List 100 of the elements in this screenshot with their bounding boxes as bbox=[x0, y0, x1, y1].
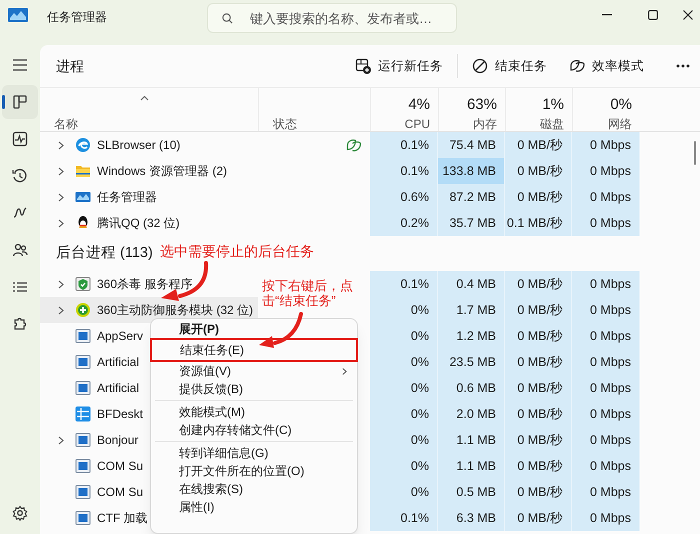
column-header[interactable]: CPU bbox=[404, 115, 430, 133]
table-cell: 0.6 MB bbox=[438, 375, 505, 401]
table-cell: 0 Mbps bbox=[572, 505, 640, 531]
menu-item[interactable]: 打开文件所在的位置(O) bbox=[151, 462, 357, 480]
table-cell: 0 MB/秒 bbox=[505, 427, 572, 453]
column-header[interactable]: 磁盘 bbox=[540, 115, 564, 133]
sidebar-item[interactable] bbox=[2, 85, 38, 119]
table-cell: 0 MB/秒 bbox=[505, 158, 572, 184]
end-task-icon bbox=[472, 58, 488, 74]
table-cell: 0 Mbps bbox=[572, 184, 640, 210]
close-icon bbox=[683, 10, 693, 20]
table-cell: 0 MB/秒 bbox=[505, 132, 572, 158]
app-icon bbox=[75, 484, 91, 500]
table-cell: 2.0 MB bbox=[438, 401, 505, 427]
table-cell: 0.5 MB bbox=[438, 479, 505, 505]
chevron-icon[interactable] bbox=[58, 306, 64, 314]
column-header[interactable]: 网络 bbox=[608, 115, 632, 133]
table-cell: 0% bbox=[370, 453, 438, 479]
toolbar-button[interactable]: 运行新任务 bbox=[347, 51, 451, 81]
process-row[interactable]: 360主动防御服务模块 (32 位) bbox=[40, 297, 258, 323]
table-cell: 0 Mbps bbox=[572, 323, 640, 349]
table-cell: 0 MB/秒 bbox=[505, 271, 572, 297]
table-cell: 0% bbox=[370, 297, 438, 323]
column-header[interactable]: 内存 bbox=[473, 115, 497, 133]
table-cell: 1.7 MB bbox=[438, 297, 505, 323]
table-cell: 0 MB/秒 bbox=[505, 323, 572, 349]
column-header[interactable]: 状态 bbox=[273, 115, 370, 133]
menu-item[interactable]: 创建内存转储文件(C) bbox=[151, 421, 357, 439]
toolbar-button[interactable]: 结束任务 bbox=[464, 51, 555, 81]
menu-item[interactable]: 资源值(V) bbox=[151, 362, 357, 380]
table-cell: 0 Mbps bbox=[572, 375, 640, 401]
process-row[interactable]: 360杀毒 服务程序 bbox=[40, 271, 258, 297]
scrollbar-thumb[interactable] bbox=[694, 141, 696, 165]
app-icon bbox=[75, 189, 91, 205]
maximize-icon bbox=[648, 10, 658, 20]
table-cell: 0.1% bbox=[370, 158, 438, 184]
usage-percent: 1% bbox=[542, 96, 564, 114]
users-icon bbox=[11, 241, 29, 259]
chevron-icon[interactable] bbox=[58, 218, 64, 228]
table-cell: 0 Mbps bbox=[572, 132, 640, 158]
process-row[interactable]: 腾讯QQ (32 位) bbox=[40, 210, 258, 236]
search-field[interactable]: 键入要搜索的名称、发布者或… bbox=[207, 3, 457, 33]
menu-item[interactable]: 展开(P) bbox=[151, 320, 357, 338]
table-cell: 133.8 MB bbox=[438, 158, 505, 184]
table-cell: 0.6% bbox=[370, 184, 438, 210]
search-icon bbox=[222, 13, 233, 24]
app-icon bbox=[75, 458, 91, 474]
app-icon bbox=[75, 432, 91, 448]
process-row[interactable]: SLBrowser (10) bbox=[40, 132, 258, 158]
menu-item[interactable]: 效能模式(M) bbox=[151, 403, 357, 421]
table-cell: 87.2 MB bbox=[438, 184, 505, 210]
table-cell: 0% bbox=[370, 349, 438, 375]
table-cell: 0.2% bbox=[370, 210, 438, 236]
run-task-icon bbox=[355, 58, 371, 74]
table-cell: 0% bbox=[370, 427, 438, 453]
more-icon bbox=[676, 64, 690, 68]
table-cell: 0 Mbps bbox=[572, 427, 640, 453]
menu-item[interactable]: 属性(I) bbox=[151, 498, 357, 516]
chevron-icon[interactable] bbox=[58, 140, 64, 150]
chevron-icon[interactable] bbox=[58, 166, 64, 176]
app-icon bbox=[75, 510, 91, 526]
table-cell: 0 MB/秒 bbox=[505, 453, 572, 479]
page-title: 进程 bbox=[56, 56, 84, 76]
app-icon bbox=[75, 302, 91, 318]
menu-item[interactable]: 在线搜索(S) bbox=[151, 480, 357, 498]
table-cell: 0% bbox=[370, 479, 438, 505]
app-icon bbox=[8, 8, 28, 22]
table-cell: 1.1 MB bbox=[438, 453, 505, 479]
table-cell: 0 Mbps bbox=[572, 210, 640, 236]
performance-icon bbox=[11, 130, 29, 148]
table-cell: 0.1% bbox=[370, 505, 438, 531]
table-cell: 6.3 MB bbox=[438, 505, 505, 531]
history-icon bbox=[11, 167, 29, 185]
app-icon bbox=[75, 354, 91, 370]
table-cell: 0 MB/秒 bbox=[505, 184, 572, 210]
table-cell: 0 MB/秒 bbox=[505, 505, 572, 531]
table-cell: 0.1 MB/秒 bbox=[505, 210, 572, 236]
window-title: 任务管理器 bbox=[47, 9, 107, 26]
toolbar-button[interactable]: 效率模式 bbox=[561, 51, 652, 81]
chevron-icon[interactable] bbox=[58, 280, 64, 288]
table-cell: 0 MB/秒 bbox=[505, 401, 572, 427]
menu-item[interactable]: 结束任务(E) bbox=[150, 338, 358, 362]
annotation-arrow bbox=[258, 312, 304, 349]
process-row[interactable]: Windows 资源管理器 (2) bbox=[40, 158, 258, 184]
chevron-icon[interactable] bbox=[58, 192, 64, 202]
chevron-icon[interactable] bbox=[58, 436, 64, 444]
table-cell: 0 Mbps bbox=[572, 297, 640, 323]
menu-item[interactable]: 提供反馈(B) bbox=[151, 380, 357, 398]
settings-icon bbox=[11, 504, 29, 522]
table-cell: 0.1% bbox=[370, 132, 438, 158]
table-cell: 0.4 MB bbox=[438, 271, 505, 297]
process-row[interactable]: 任务管理器 bbox=[40, 184, 258, 210]
table-cell: 0 Mbps bbox=[572, 349, 640, 375]
app-icon bbox=[75, 380, 91, 396]
table-cell: 0 MB/秒 bbox=[505, 297, 572, 323]
submenu-chevron-icon bbox=[342, 366, 347, 376]
column-header[interactable]: 名称 bbox=[54, 115, 258, 133]
minimize-icon bbox=[602, 14, 612, 16]
usage-percent: 63% bbox=[466, 96, 497, 114]
menu-item[interactable]: 转到详细信息(G) bbox=[151, 444, 357, 462]
